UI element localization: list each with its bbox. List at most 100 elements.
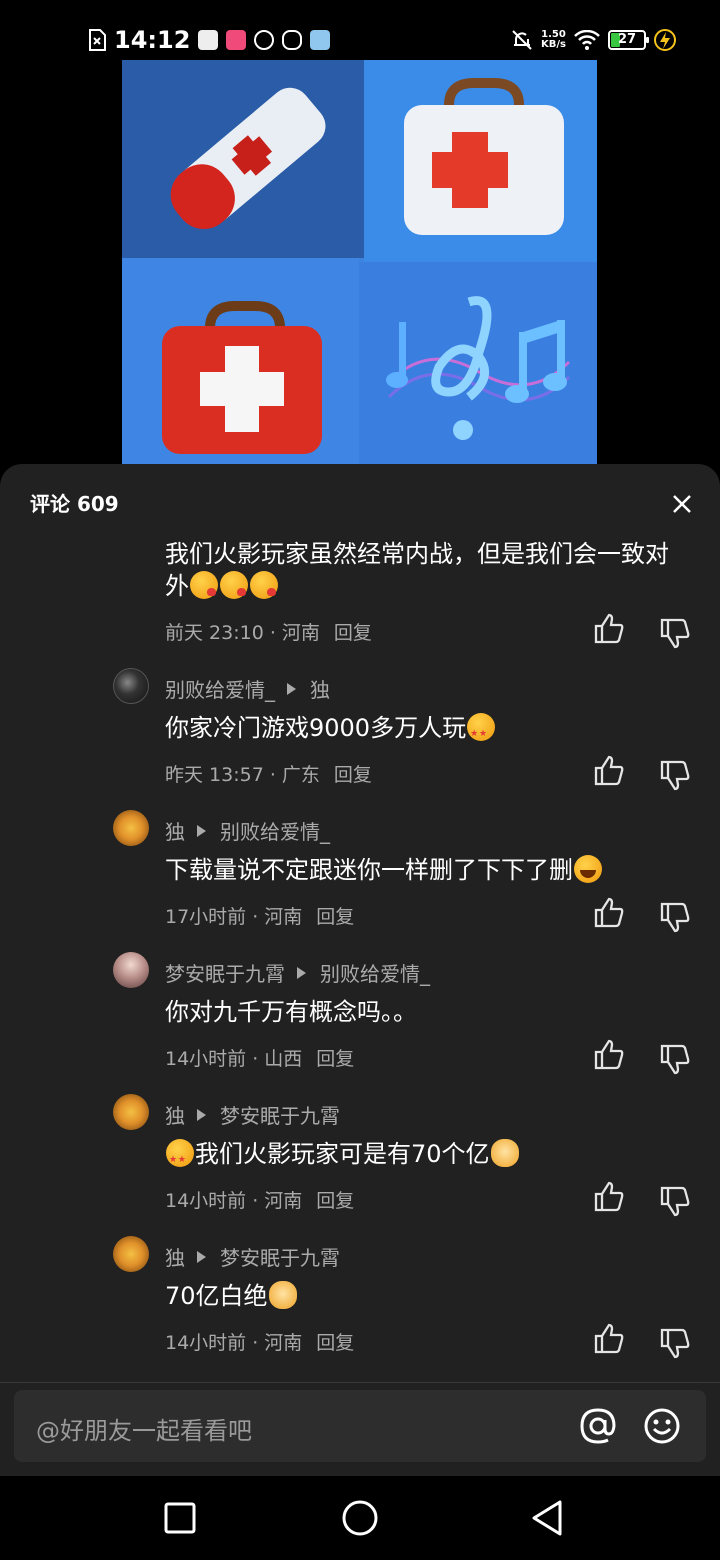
emoji-icon[interactable] (642, 1406, 682, 1446)
reply-button[interactable]: 回复 (316, 1190, 354, 1212)
avatar[interactable] (113, 952, 149, 988)
status-bar-left: 14:12 (88, 26, 331, 54)
reply-button[interactable]: 回复 (316, 1332, 354, 1354)
pink-app-icon (226, 30, 247, 50)
comment-time-location: 17小时前 · 河南 (165, 906, 303, 928)
video-player[interactable] (122, 60, 597, 464)
comment-meta: 独 梦安眠于九霄 (165, 1100, 340, 1129)
battery-level: 27 (617, 32, 637, 47)
comment-info: 前天 23:10 · 河南 回复 (165, 618, 372, 645)
reply-button[interactable]: 回复 (316, 906, 354, 928)
comment-text-block: 你家冷门游戏9000多万人玩 (165, 712, 690, 750)
comment-time-location: 14小时前 · 山西 (165, 1048, 303, 1070)
comment-username[interactable]: 独 (165, 1100, 185, 1129)
comment-meta: 独 别败给爱情_ (165, 816, 330, 845)
star-eyes-emoji-icon (467, 713, 496, 750)
screen: 14:12 1.50 KB/s 27 评论 609 我们火影玩家虽然经常内战，但… (0, 0, 720, 1560)
comment-time-location: 昨天 13:57 · 广东 (165, 764, 320, 786)
thumbs-down-icon[interactable] (658, 616, 692, 650)
link-app-icon (282, 30, 303, 50)
status-time: 14:12 (114, 26, 191, 54)
reply-arrow-icon (287, 682, 296, 695)
comment-time-location: 14小时前 · 河南 (165, 1332, 303, 1354)
comment-input[interactable]: @好朋友一起看看吧 (36, 1411, 252, 1446)
sim-missing-icon (89, 29, 106, 51)
mention-icon[interactable] (578, 1406, 618, 1446)
home-button[interactable] (340, 1498, 380, 1538)
comment-username[interactable]: 独 (165, 816, 185, 845)
comment-item: 独 梦安眠于九霄 70亿白绝 14小时前 · 河南 回复 (0, 1236, 720, 1366)
comment-reply-to[interactable]: 独 (310, 674, 330, 703)
comment-text-block: 我们火影玩家可是有70个亿 (165, 1138, 690, 1176)
white-medkit-icon (404, 78, 564, 235)
thumbs-up-icon[interactable] (592, 1038, 626, 1072)
comment-text-block: 我们火影玩家虽然经常内战，但是我们会一致对外 (165, 538, 690, 602)
status-bar: 14:12 1.50 KB/s 27 (0, 0, 720, 60)
thumbs-down-icon[interactable] (658, 1326, 692, 1360)
doge-emoji-icon (490, 1139, 519, 1167)
comment-reply-to[interactable]: 梦安眠于九霄 (220, 1242, 340, 1271)
avatar[interactable] (113, 1236, 149, 1272)
comment-info: 14小时前 · 河南 回复 (165, 1186, 354, 1213)
comment-item: 独 别败给爱情_ 下载量说不定跟迷你一样删了下下了删 17小时前 · 河南 回复 (0, 810, 720, 940)
back-button[interactable] (528, 1498, 568, 1538)
comment-username[interactable]: 梦安眠于九霄 (165, 958, 285, 987)
thumbs-up-icon[interactable] (592, 1180, 626, 1214)
comment-text: 你家冷门游戏9000多万人玩 (165, 714, 467, 742)
thumbs-up-icon[interactable] (592, 612, 626, 646)
comment-info: 14小时前 · 河南 回复 (165, 1328, 354, 1355)
comment-sheet-header: 评论 609 (0, 464, 720, 540)
thumbs-up-icon[interactable] (592, 896, 626, 930)
thumbs-down-icon[interactable] (658, 758, 692, 792)
laughing-emoji-icon (574, 855, 602, 883)
comment-meta: 独 梦安眠于九霄 (165, 1242, 340, 1271)
comment-time-location: 14小时前 · 河南 (165, 1190, 303, 1212)
thumbs-up-icon[interactable] (592, 1322, 626, 1356)
close-button[interactable] (666, 488, 698, 520)
kiss-emoji-icon (220, 571, 248, 599)
comment-meta: 别败给爱情_ 独 (165, 674, 330, 703)
comment-reply-to[interactable]: 别败给爱情_ (320, 958, 430, 987)
reply-arrow-icon (197, 824, 206, 837)
video-tile-white-medkit (364, 60, 597, 262)
star-eyes-emoji-icon (166, 1139, 194, 1176)
comment-reply-to[interactable]: 别败给爱情_ (220, 816, 330, 845)
comment-item: 我们火影玩家虽然经常内战，但是我们会一致对外 前天 23:10 · 河南 回复 (0, 536, 720, 649)
comment-info: 14小时前 · 山西 回复 (165, 1044, 354, 1071)
net-speed-unit: KB/s (541, 39, 566, 50)
comment-text: 下载量说不定跟迷你一样删了下下了删 (165, 856, 573, 884)
comment-text: 70亿白绝 (165, 1282, 268, 1310)
reply-button[interactable]: 回复 (316, 1048, 354, 1070)
reply-button[interactable]: 回复 (334, 622, 372, 644)
avatar[interactable] (113, 810, 149, 846)
comment-text-block: 70亿白绝 (165, 1280, 690, 1312)
video-app-icon (254, 30, 275, 50)
red-medkit-icon (162, 301, 322, 454)
comment-text-block: 下载量说不定跟迷你一样删了下下了删 (165, 854, 690, 886)
avatar[interactable] (113, 1094, 149, 1130)
thumbs-up-icon[interactable] (592, 754, 626, 788)
comment-reply-to[interactable]: 梦安眠于九霄 (220, 1100, 340, 1129)
input-divider (0, 1382, 720, 1383)
comment-time-location: 前天 23:10 · 河南 (165, 622, 320, 644)
reply-arrow-icon (197, 1250, 206, 1263)
avatar[interactable] (113, 668, 149, 704)
thumbs-down-icon[interactable] (658, 1184, 692, 1218)
comment-info: 17小时前 · 河南 回复 (165, 902, 354, 929)
thumbs-down-icon[interactable] (658, 1042, 692, 1076)
comment-meta: 梦安眠于九霄 别败给爱情_ (165, 958, 430, 987)
comment-item: 梦安眠于九霄 别败给爱情_ 你对九千万有概念吗。。 14小时前 · 山西 回复 (0, 952, 720, 1082)
comment-info: 昨天 13:57 · 广东 回复 (165, 760, 372, 787)
comment-username[interactable]: 别败给爱情_ (165, 674, 275, 703)
battery-icon: 27 (608, 30, 649, 50)
net-speed: 1.50 KB/s (541, 30, 566, 50)
video-tile-music (359, 262, 597, 464)
thumbs-down-icon[interactable] (658, 900, 692, 934)
recents-button[interactable] (160, 1498, 200, 1538)
mute-icon (512, 30, 532, 50)
reply-button[interactable]: 回复 (334, 764, 372, 786)
music-notes-icon (386, 296, 571, 440)
comment-input-bar[interactable]: @好朋友一起看看吧 (14, 1390, 706, 1462)
comment-username[interactable]: 独 (165, 1242, 185, 1271)
comment-item: 别败给爱情_ 独 你家冷门游戏9000多万人玩 昨天 13:57 · 广东回复 (0, 668, 720, 798)
